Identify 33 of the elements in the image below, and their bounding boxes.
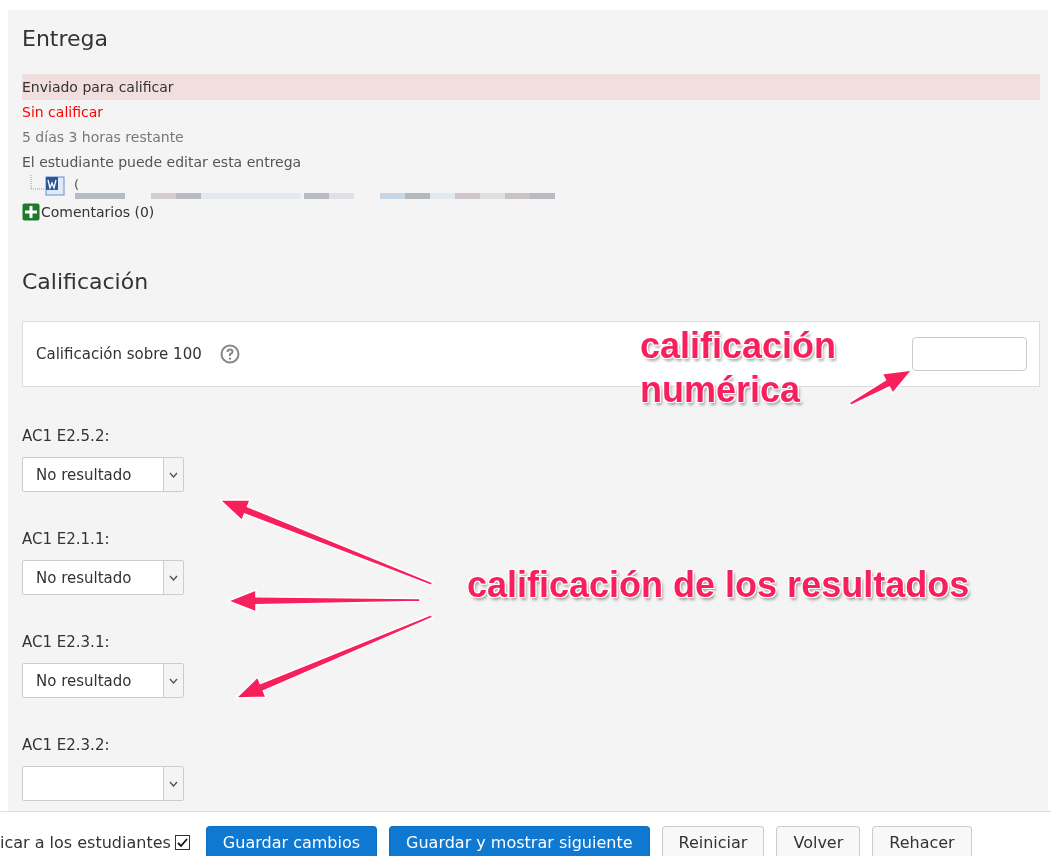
grade-label: Calificación sobre 100 [36, 345, 202, 363]
outcome-label: AC1 E2.1.1: [22, 530, 110, 550]
chevron-down-icon [169, 677, 178, 684]
outcome-label: AC1 E2.5.2: [22, 427, 110, 447]
check-icon [176, 837, 188, 848]
form-button[interactable]: Volver [776, 826, 861, 856]
outcome-select[interactable]: No resultado [22, 663, 184, 698]
outcome-select[interactable]: No resultado [22, 457, 184, 492]
section-heading: Entrega [22, 25, 108, 53]
file-name[interactable]: ( [74, 177, 80, 192]
submission-status: Enviado para calificar [22, 74, 1040, 100]
form-button[interactable]: Guardar cambios [205, 826, 378, 856]
time-remaining: 5 días 3 horas restante [22, 128, 185, 147]
chevron-down-icon [169, 471, 178, 478]
outcome-select[interactable] [22, 766, 184, 801]
help-icon[interactable] [219, 344, 240, 364]
outcome-select[interactable]: No resultado [22, 560, 184, 595]
grade-input[interactable] [912, 337, 1027, 371]
chevron-down-icon [169, 780, 178, 787]
word-file-icon [30, 175, 66, 197]
grading-status: Sin calificar [22, 103, 104, 122]
chevron-down-icon [169, 574, 178, 581]
annotation-label: calificación numérica [640, 324, 838, 412]
outcome-label: AC1 E2.3.2: [22, 736, 110, 756]
section-heading: Calificación [22, 268, 149, 296]
edit-note: El estudiante puede editar esta entrega [22, 153, 303, 172]
form-button[interactable]: Reiniciar [661, 826, 765, 856]
form-button[interactable]: Rehacer [872, 826, 972, 856]
form-button[interactable]: Guardar y mostrar siguiente [389, 826, 650, 856]
notify-students-checkbox[interactable]: icar a los estudiantes [0, 833, 190, 856]
annotation-label: calificación de los resultados [467, 563, 971, 607]
outcome-label: AC1 E2.3.1: [22, 633, 110, 653]
comments-toggle[interactable]: Comentarios (0) [22, 203, 155, 221]
